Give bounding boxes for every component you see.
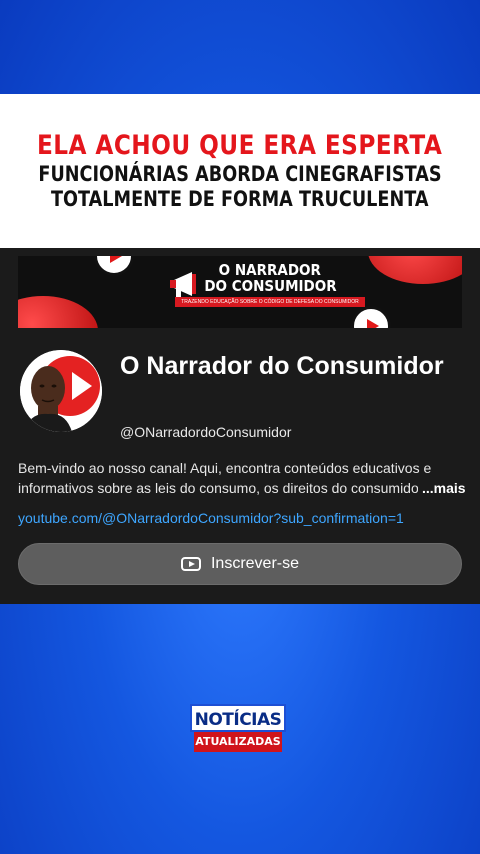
headline-line-3: TOTALMENTE DE FORMA TRUCULENTA	[51, 187, 429, 211]
play-circle-icon	[351, 306, 391, 328]
banner-decor-right	[368, 256, 462, 284]
channel-logo: O NARRADOR DO CONSUMIDOR TRAZENDO EDUCAÇ…	[168, 261, 365, 322]
avatar-image	[20, 350, 102, 432]
megaphone-icon	[170, 272, 196, 297]
youtube-play-icon	[180, 557, 201, 571]
headline-banner: ELA ACHOU QUE ERA ESPERTA FUNCIONÁRIAS A…	[0, 94, 480, 248]
channel-card: O NARRADOR DO CONSUMIDOR TRAZENDO EDUCAÇ…	[0, 248, 480, 604]
headline-line-1: ELA ACHOU QUE ERA ESPERTA	[37, 130, 443, 161]
banner-decor-left	[18, 296, 98, 328]
logo-title-line-2: DO CONSUMIDOR	[203, 277, 337, 295]
subscribe-label: Inscrever-se	[210, 555, 300, 572]
news-badge: NOTÍCIAS ATUALIZADAS	[190, 704, 286, 760]
channel-avatar[interactable]	[20, 350, 102, 432]
news-badge-top: NOTÍCIAS	[190, 704, 286, 732]
subscribe-url-link[interactable]: youtube.com/@ONarradordoConsumidor?sub_c…	[18, 510, 404, 526]
play-circle-icon	[94, 256, 134, 276]
headline-line-2: FUNCIONÁRIAS ABORDA CINEGRAFISTAS	[38, 162, 442, 186]
channel-handle: @ONarradordoConsumidor	[120, 424, 292, 440]
news-badge-bottom: ATUALIZADAS	[194, 732, 282, 752]
logo-title-line-1: O NARRADOR	[218, 261, 322, 279]
channel-description: Bem-vindo ao nosso canal! Aqui, encontra…	[18, 460, 432, 496]
more-link[interactable]: ...mais	[418, 478, 466, 498]
subscribe-button[interactable]: Inscrever-se	[18, 543, 462, 585]
channel-banner: O NARRADOR DO CONSUMIDOR TRAZENDO EDUCAÇ…	[18, 256, 462, 328]
channel-name: O Narrador do Consumidor	[120, 352, 444, 380]
